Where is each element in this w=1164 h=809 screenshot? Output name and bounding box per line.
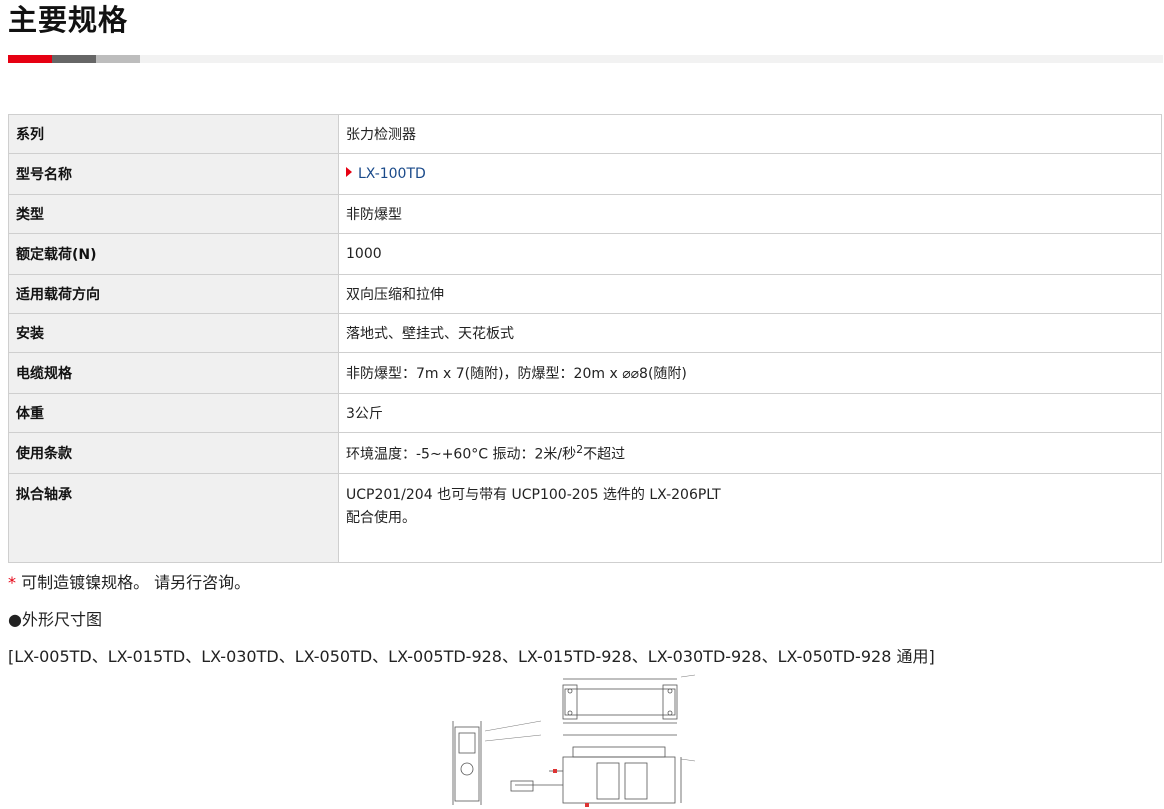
spec-key: 电缆规格 [8, 352, 339, 394]
table-row: 使用条款 环境温度：-5~+60°C 振动：2米/秒2不超过 [8, 432, 1162, 474]
spec-value: 非防爆型 [338, 194, 1162, 234]
spec-key: 系列 [8, 114, 339, 154]
table-row: 电缆规格 非防爆型：7m x 7(随附)，防爆型：20m x ⌀⌀8(随附) [8, 352, 1162, 394]
plating-note: * 可制造镀镍规格。 请另行咨询。 [8, 569, 250, 593]
spec-key: 类型 [8, 194, 339, 234]
table-row: 类型 非防爆型 [8, 194, 1162, 234]
spec-value: 双向压缩和拉伸 [338, 274, 1162, 314]
dimensions-heading: ●外形尺寸图 [8, 610, 102, 629]
plating-note-text: 可制造镀镍规格。 请另行咨询。 [21, 573, 251, 592]
table-row: 适用载荷方向 双向压缩和拉伸 [8, 274, 1162, 314]
spec-key: 安装 [8, 313, 339, 353]
spec-value: 环境温度：-5~+60°C 振动：2米/秒2不超过 [338, 432, 1162, 474]
underline-red-segment [8, 55, 52, 63]
spec-key: 拟合轴承 [8, 473, 339, 563]
bearing-line-2: 配合使用。 [346, 510, 416, 526]
table-row: 额定载荷(N) 1000 [8, 233, 1162, 275]
table-row: 安装 落地式、壁挂式、天花板式 [8, 313, 1162, 353]
asterisk-mark: * [8, 573, 16, 592]
page-title: 主要规格 [8, 3, 129, 37]
spec-value: 3公斤 [338, 393, 1162, 433]
table-row: 体重 3公斤 [8, 393, 1162, 433]
spec-value: UCP201/204 也可与带有 UCP100-205 选件的 LX-206PL… [338, 473, 1162, 563]
spec-key: 适用载荷方向 [8, 274, 339, 314]
table-row: 型号名称 LX-100TD [8, 153, 1162, 195]
dimensions-models: [LX-005TD、LX-015TD、LX-030TD、LX-050TD、LX-… [8, 647, 935, 666]
dimension-drawing [452, 674, 696, 807]
spec-table: 系列 张力检测器 型号名称 LX-100TD 类型 非防爆型 额定载荷(N) 1… [8, 114, 1162, 563]
spec-value: 张力检测器 [338, 114, 1162, 154]
underline-dark-segment [52, 55, 96, 63]
spec-key: 使用条款 [8, 432, 339, 474]
title-underline-bar [8, 55, 1163, 63]
underline-light-segment [96, 55, 140, 63]
table-row: 系列 张力检测器 [8, 114, 1162, 154]
spec-value: 1000 [338, 233, 1162, 275]
bearing-line-1: UCP201/204 也可与带有 UCP100-205 选件的 LX-206PL… [346, 487, 721, 503]
model-link[interactable]: LX-100TD [358, 166, 426, 182]
spec-value: 落地式、壁挂式、天花板式 [338, 313, 1162, 353]
red-arrow-icon [346, 167, 352, 177]
conditions-text: 环境温度：-5~+60°C 振动：2米/秒 [346, 446, 577, 463]
conditions-text-suffix: 不超过 [583, 446, 626, 463]
spec-key: 型号名称 [8, 153, 339, 195]
spec-key: 额定载荷(N) [8, 233, 339, 275]
spec-key: 体重 [8, 393, 339, 433]
spec-value: 非防爆型：7m x 7(随附)，防爆型：20m x ⌀⌀8(随附) [338, 352, 1162, 394]
table-row: 拟合轴承 UCP201/204 也可与带有 UCP100-205 选件的 LX-… [8, 473, 1162, 563]
spec-value: LX-100TD [338, 153, 1162, 195]
